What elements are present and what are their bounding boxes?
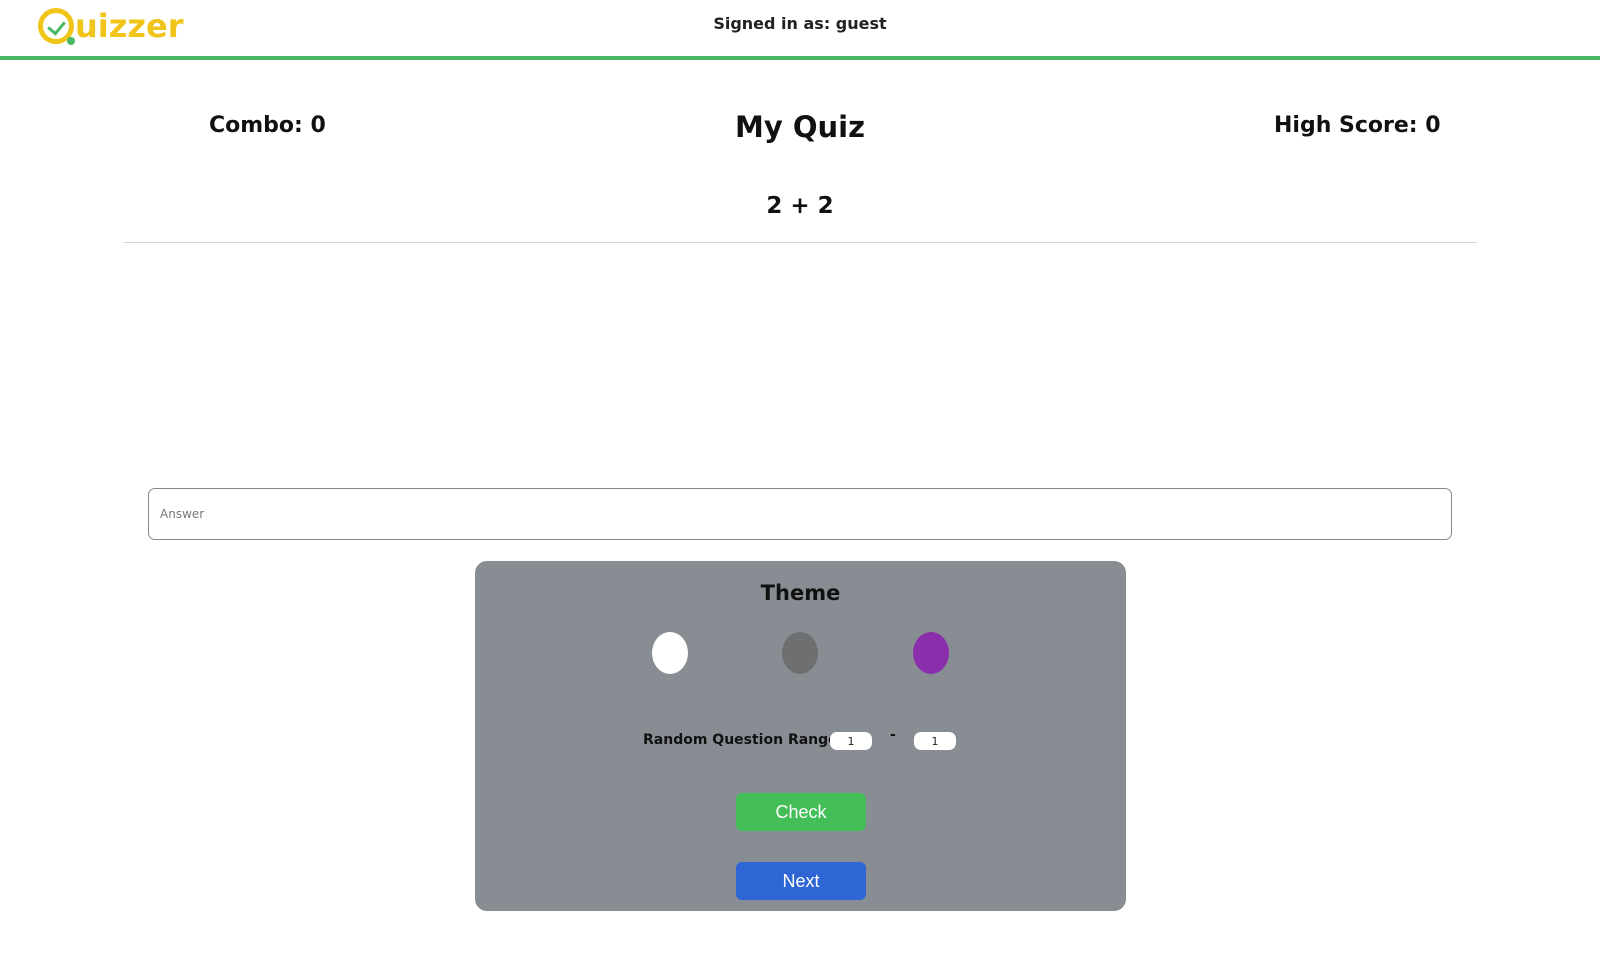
random-range-label: Random Question Range — [643, 732, 838, 748]
divider — [124, 242, 1477, 243]
check-button[interactable]: Check — [736, 793, 866, 831]
question-text: 2 + 2 — [766, 193, 834, 219]
high-score: High Score: 0 — [1274, 113, 1441, 138]
top-bar: uizzer Signed in as: guest — [0, 0, 1600, 60]
answer-input[interactable] — [148, 488, 1452, 540]
theme-heading: Theme — [760, 581, 841, 605]
theme-purple-swatch[interactable] — [913, 632, 949, 674]
theme-gray-swatch[interactable] — [782, 632, 818, 674]
next-button[interactable]: Next — [736, 862, 866, 900]
theme-white-swatch[interactable] — [652, 632, 688, 674]
signed-in-status: Signed in as: guest — [713, 14, 887, 33]
range-to-input[interactable] — [914, 732, 956, 750]
settings-panel: Theme Random Question Range - Check Next — [475, 561, 1126, 911]
range-from-input[interactable] — [830, 732, 872, 750]
range-separator: - — [890, 727, 896, 743]
